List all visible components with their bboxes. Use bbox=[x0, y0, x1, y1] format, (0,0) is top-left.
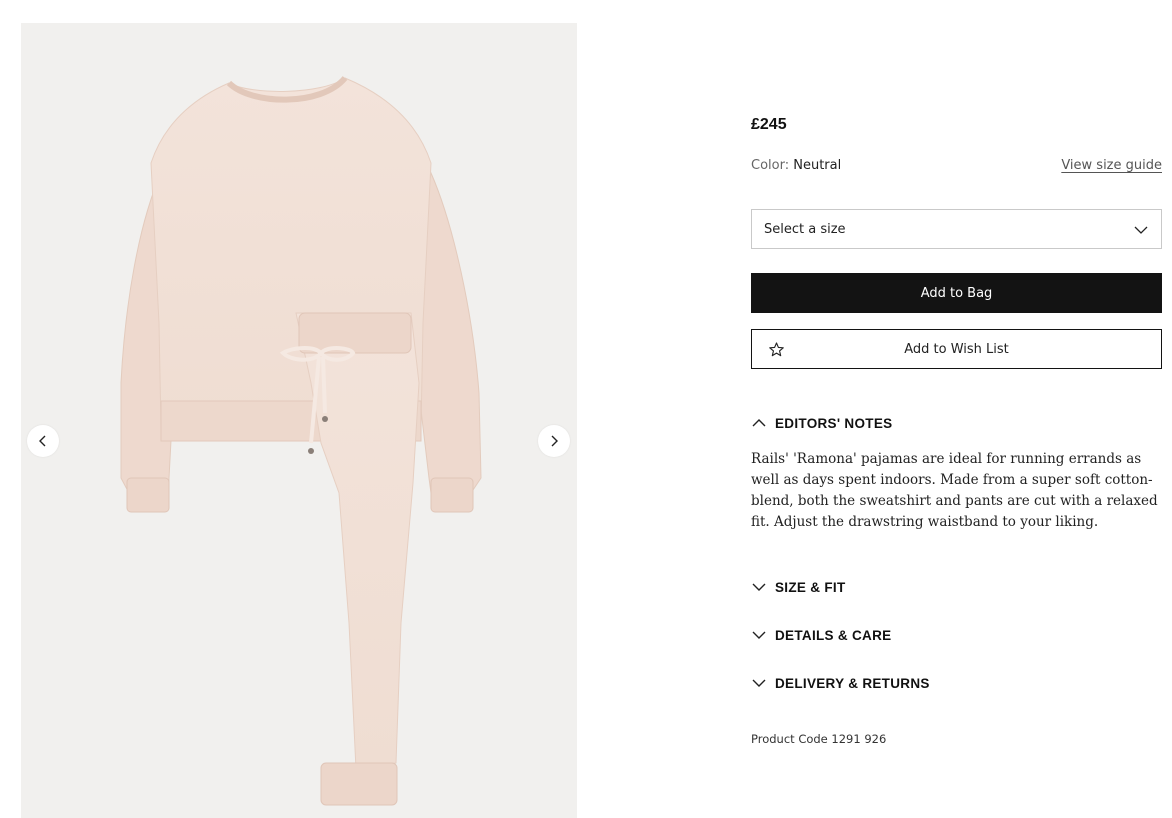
accordion-title: SIZE & FIT bbox=[775, 579, 846, 595]
chevron-down-icon bbox=[752, 631, 766, 639]
add-to-bag-button[interactable]: Add to Bag bbox=[751, 273, 1162, 313]
star-icon bbox=[769, 342, 784, 357]
editors-notes-text: Rails' 'Ramona' pajamas are ideal for ru… bbox=[751, 451, 1158, 530]
color-label: Color: bbox=[751, 158, 790, 173]
accordion-title: DELIVERY & RETURNS bbox=[775, 675, 930, 691]
accordion-delivery-returns[interactable]: DELIVERY & RETURNS bbox=[751, 674, 930, 692]
gallery-prev-button[interactable] bbox=[27, 425, 59, 457]
size-select[interactable]: Select a size bbox=[751, 209, 1162, 249]
accordion-title: EDITORS' NOTES bbox=[775, 415, 893, 431]
color-row: Color: Neutral View size guide bbox=[751, 158, 1162, 178]
product-page: £245 Color: Neutral View size guide Sele… bbox=[0, 0, 1172, 818]
wishlist-label: Add to Wish List bbox=[904, 341, 1009, 357]
chevron-down-icon bbox=[752, 583, 766, 591]
chevron-down-icon bbox=[752, 679, 766, 687]
product-code: Product Code 1291 926 bbox=[751, 732, 886, 746]
product-price: £245 bbox=[751, 116, 787, 133]
gallery-next-button[interactable] bbox=[538, 425, 570, 457]
product-image bbox=[120, 75, 482, 806]
chevron-right-icon bbox=[551, 435, 558, 447]
product-code-value: 1291 926 bbox=[831, 732, 887, 746]
size-guide-link[interactable]: View size guide bbox=[1061, 158, 1162, 173]
add-to-wishlist-button[interactable]: Add to Wish List bbox=[751, 329, 1162, 369]
product-image-gallery bbox=[21, 23, 577, 818]
accordion-title: DETAILS & CARE bbox=[775, 627, 892, 643]
product-code-label: Product Code bbox=[751, 732, 828, 746]
chevron-down-icon bbox=[1134, 226, 1148, 234]
chevron-up-icon bbox=[752, 419, 766, 427]
color-value: Neutral bbox=[793, 158, 842, 173]
size-select-placeholder: Select a size bbox=[764, 221, 846, 237]
accordion-size-fit[interactable]: SIZE & FIT bbox=[751, 578, 846, 596]
accordion-details-care[interactable]: DETAILS & CARE bbox=[751, 626, 891, 644]
product-details: £245 Color: Neutral View size guide Sele… bbox=[751, 0, 1162, 818]
accordion-editors-notes[interactable]: EDITORS' NOTES bbox=[751, 414, 892, 432]
chevron-left-icon bbox=[39, 435, 46, 447]
